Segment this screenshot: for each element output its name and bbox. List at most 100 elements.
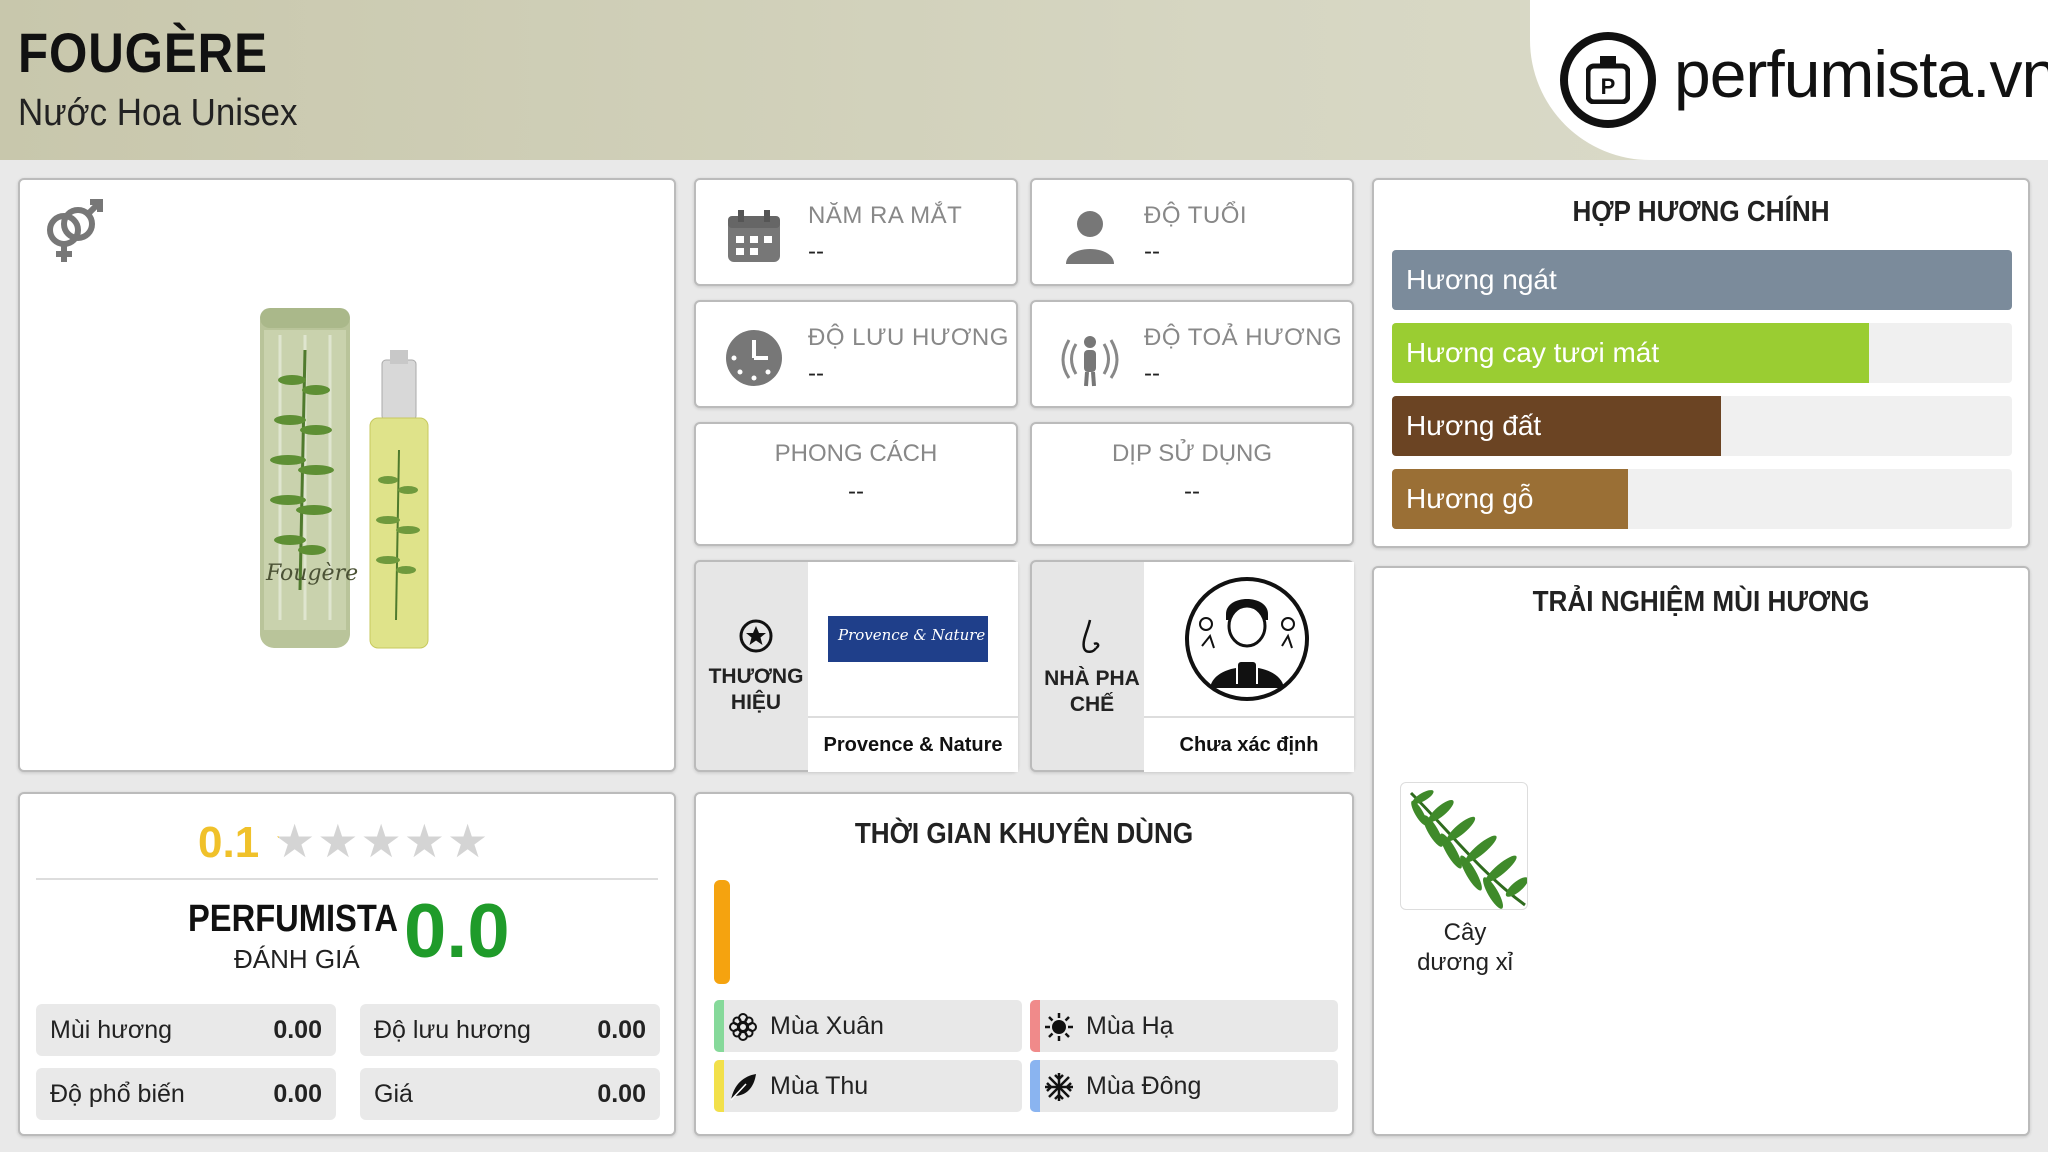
- calendar-icon: [728, 210, 780, 262]
- nose-icon: [1082, 619, 1100, 653]
- season-label: Mùa Thu: [770, 1072, 869, 1100]
- accord-label: Hương ngát: [1406, 264, 1557, 295]
- style-label: PHONG CÁCH: [774, 440, 938, 467]
- scent-experience-panel: TRẢI NGHIỆM MÙI HƯƠNG Cây dương xỉ: [1372, 566, 2030, 1136]
- brand-logo-text: Provence & Nature: [838, 626, 986, 644]
- brand-name-area: Provence & Nature: [808, 716, 1018, 772]
- season-label: Mùa Xuân: [770, 1012, 884, 1040]
- season-color-bar: [1030, 1060, 1040, 1112]
- person-icon: [1066, 211, 1114, 264]
- product-image-panel: Fougère: [18, 178, 676, 772]
- age-card: ĐỘ TUỔI --: [1030, 178, 1354, 286]
- season-color-bar: [714, 1060, 724, 1112]
- rating-panel: 0.1 ★★★★★ ★★★★★ PERFUMISTA ĐÁNH GIÁ 0.0 …: [18, 792, 676, 1136]
- logo-wordmark: perfumista.vn: [1674, 37, 2048, 111]
- stat-longevity: Độ lưu hương 0.00: [360, 1004, 660, 1056]
- season-color-bar: [714, 1000, 724, 1052]
- site-logo[interactable]: P perfumista.vn: [1530, 0, 2048, 160]
- accord-bar: Hương đất: [1392, 396, 2012, 456]
- longevity-value: --: [808, 360, 824, 387]
- flower-icon: [729, 1013, 757, 1041]
- perfume-bottle-logo-icon: P: [1560, 32, 1656, 128]
- brand-label: THƯƠNG HIỆU: [708, 665, 804, 714]
- stat-scent: Mùi hương 0.00: [36, 1004, 336, 1056]
- style-value: --: [848, 478, 864, 505]
- stat-value: 0.00: [273, 1016, 322, 1044]
- perfumer-card[interactable]: NHÀ PHA CHẾ Chưa xác định: [1030, 560, 1354, 772]
- season-spring: Mùa Xuân: [714, 1000, 1022, 1052]
- release-year-value: --: [808, 238, 824, 265]
- age-value: --: [1144, 238, 1160, 265]
- perfumer-image-area: [1144, 562, 1354, 716]
- season-label: Mùa Đông: [1086, 1072, 1202, 1100]
- recommended-time-title: THỜI GIAN KHUYÊN DÙNG: [854, 818, 1194, 850]
- season-summer: Mùa Hạ: [1030, 1000, 1338, 1052]
- stat-label: Mùi hương: [50, 1016, 173, 1044]
- page-title: FOUGÈRE: [18, 21, 268, 84]
- page-subtitle: Nước Hoa Unisex: [18, 92, 298, 134]
- star-circle-icon: [739, 619, 773, 653]
- perfumista-label: PERFUMISTA: [188, 898, 399, 940]
- main-accords-title: HỢP HƯƠNG CHÍNH: [1572, 196, 1830, 228]
- page-header: FOUGÈRE Nước Hoa Unisex P perfumista.vn: [0, 0, 2048, 160]
- season-autumn: Mùa Thu: [714, 1060, 1022, 1112]
- stat-value: 0.00: [273, 1080, 322, 1108]
- sillage-label: ĐỘ TOẢ HƯƠNG: [1144, 324, 1343, 351]
- style-card: PHONG CÁCH --: [694, 422, 1018, 546]
- perfumer-label: NHÀ PHA CHẾ: [1044, 667, 1140, 716]
- season-winter: Mùa Đông: [1030, 1060, 1338, 1112]
- occasion-card: DỊP SỬ DỤNG --: [1030, 422, 1354, 546]
- stat-label: Độ phổ biến: [50, 1080, 185, 1108]
- user-score: 0.1: [198, 818, 260, 867]
- note-item[interactable]: Cây dương xỉ: [1400, 782, 1530, 978]
- stat-popularity: Độ phổ biến 0.00: [36, 1068, 336, 1120]
- fern-icon: [1400, 782, 1528, 910]
- accord-label: Hương cay tươi mát: [1406, 337, 1660, 368]
- svg-text:P: P: [1601, 74, 1616, 99]
- unisex-gender-icon: [34, 194, 114, 279]
- accord-label: Hương gỗ: [1406, 483, 1534, 514]
- age-label: ĐỘ TUỔI: [1144, 202, 1248, 229]
- occasion-value: --: [1184, 478, 1200, 505]
- stat-label: Độ lưu hương: [374, 1016, 531, 1044]
- perfumer-name-area: Chưa xác định: [1144, 716, 1354, 772]
- brand-name[interactable]: Provence & Nature: [808, 734, 1018, 757]
- perfumista-sublabel: ĐÁNH GIÁ: [234, 944, 360, 974]
- perfumer-avatar: [1185, 577, 1309, 701]
- brand-logo: Provence & Nature: [828, 616, 988, 662]
- sillage-icon: [1061, 336, 1119, 387]
- leaf-icon: [730, 1074, 756, 1101]
- star-rating: ★★★★★ ★★★★★: [274, 815, 491, 867]
- sillage-card: ĐỘ TOẢ HƯƠNG --: [1030, 300, 1354, 408]
- perfumista-score: 0.0: [404, 889, 510, 974]
- accord-label: Hương đất: [1406, 410, 1542, 441]
- stat-price: Giá 0.00: [360, 1068, 660, 1120]
- scent-experience-title: TRẢI NGHIỆM MÙI HƯƠNG: [1532, 586, 1870, 618]
- brand-logo-area: Provence & Nature: [808, 562, 1018, 716]
- stat-label: Giá: [374, 1080, 413, 1108]
- note-label: Cây dương xỉ: [1417, 919, 1513, 976]
- perfumer-name[interactable]: Chưa xác định: [1144, 734, 1354, 757]
- divider: [36, 878, 658, 880]
- main-accords-panel: HỢP HƯƠNG CHÍNH Hương ngát Hương cay tươi…: [1372, 178, 2030, 548]
- stat-value: 0.00: [597, 1080, 646, 1108]
- accord-bar: Hương ngát: [1392, 250, 2012, 310]
- clock-icon: [726, 330, 782, 386]
- recommended-time-panel: THỜI GIAN KHUYÊN DÙNG Mùa Xuân Mùa Hạ Mù…: [694, 792, 1354, 1136]
- accord-bar: Hương cay tươi mát: [1392, 323, 2012, 383]
- sun-icon: [1045, 1013, 1073, 1041]
- release-year-card: NĂM RA MẮT --: [694, 178, 1018, 286]
- season-color-bar: [1030, 1000, 1040, 1052]
- brand-card[interactable]: THƯƠNG HIỆU Provence & Nature Provence &…: [694, 560, 1018, 772]
- day-night-bar: [714, 880, 730, 984]
- sillage-value: --: [1144, 360, 1160, 387]
- longevity-card: ĐỘ LƯU HƯƠNG --: [694, 300, 1018, 408]
- release-year-label: NĂM RA MẮT: [808, 202, 963, 229]
- snowflake-icon: [1045, 1073, 1073, 1101]
- svg-text:Fougère: Fougère: [265, 561, 358, 586]
- stat-value: 0.00: [597, 1016, 646, 1044]
- longevity-label: ĐỘ LƯU HƯƠNG: [808, 324, 1009, 351]
- season-label: Mùa Hạ: [1086, 1012, 1174, 1040]
- accord-bar: Hương gỗ: [1392, 469, 2012, 529]
- product-photo: Fougère: [260, 308, 429, 649]
